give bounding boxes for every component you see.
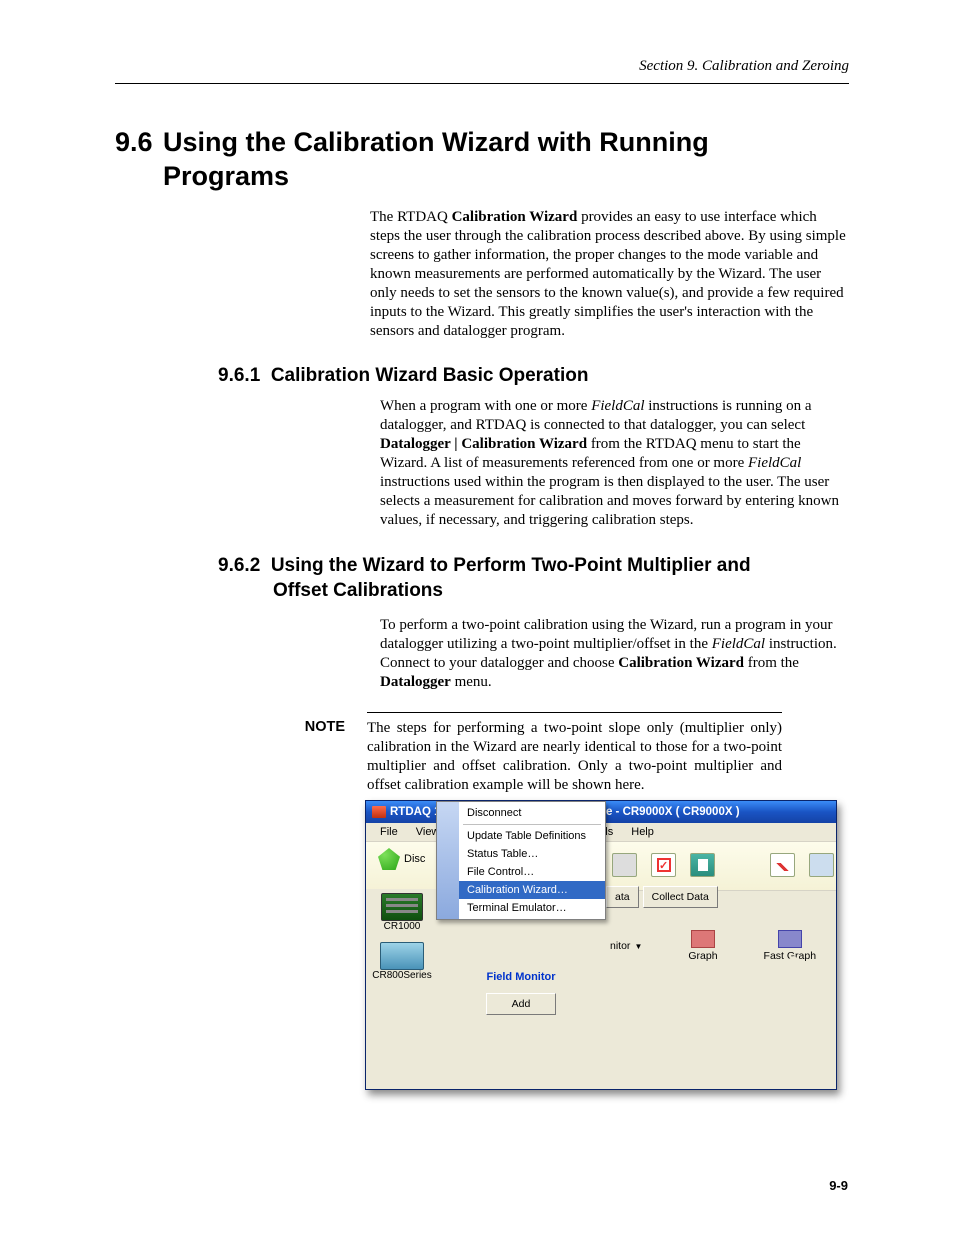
header-rule: [115, 83, 849, 84]
bold-menu-path: Datalogger | Calibration Wizard: [380, 436, 587, 452]
heading-line2: Programs: [115, 160, 849, 194]
toolbar-copy-icon[interactable]: [690, 853, 715, 877]
toolbar-plot-icon[interactable]: [770, 853, 795, 877]
heading-number: 9.6: [115, 126, 163, 160]
fast-graph-icon: [778, 930, 802, 948]
menu-item-disconnect[interactable]: Disconnect: [459, 804, 605, 822]
device-cr1000[interactable]: CR1000: [366, 889, 438, 938]
menu-item-terminal-emulator[interactable]: Terminal Emulator…: [459, 899, 605, 917]
plug-icon: [378, 848, 400, 870]
text: from the: [744, 655, 799, 671]
heading-number: 9.6.1: [218, 365, 260, 386]
note-label: NOTE: [262, 719, 367, 795]
disconnect-button[interactable]: Disc: [378, 848, 425, 870]
disconnect-label: Disc: [404, 853, 425, 865]
toolbar-check-icon[interactable]: [651, 853, 676, 877]
text: When a program with one or more: [380, 398, 591, 414]
menu-item-status-table[interactable]: Status Table…: [459, 845, 605, 863]
fast-graph-label: Fast Graph: [764, 950, 817, 962]
note-block: NOTE The steps for performing a two-poin…: [262, 712, 782, 802]
fast-graph-button[interactable]: Fast Graph: [764, 930, 817, 962]
toolbar-icon[interactable]: [809, 853, 834, 877]
collect-data-button[interactable]: Collect Data: [643, 886, 718, 908]
heading-title: Calibration Wizard Basic Operation: [271, 365, 589, 386]
device-label: CR1000: [384, 921, 421, 932]
toolbar-icon[interactable]: [612, 853, 637, 877]
field-monitor-panel: Field Monitor Add: [466, 971, 576, 1015]
bold-datalogger: Datalogger: [380, 674, 451, 690]
heading-line2: Offset Calibrations: [218, 579, 849, 604]
graph-button[interactable]: Graph: [688, 930, 717, 962]
menu-item-file-control[interactable]: File Control…: [459, 863, 605, 881]
device-cr800[interactable]: CR800Series: [366, 938, 438, 987]
bold-cal-wizard: Calibration Wizard: [618, 655, 744, 671]
datalogger-menu-dropdown: Disconnect Update Table Definitions Stat…: [436, 801, 606, 920]
text: menu.: [451, 674, 492, 690]
chevron-down-icon[interactable]: ▼: [634, 942, 642, 951]
heading-line1: Using the Wizard to Perform Two-Point Mu…: [271, 555, 751, 576]
monitor-label-fragment: nitor: [610, 940, 630, 952]
bold-cal-wizard: Calibration Wizard: [452, 209, 578, 225]
section-header: Section 9. Calibration and Zeroing: [115, 58, 849, 75]
paragraph-9_6-intro: The RTDAQ Calibration Wizard provides an…: [370, 208, 849, 341]
text: The RTDAQ: [370, 209, 452, 225]
heading-9_6_2: 9.6.2 Using the Wizard to Perform Two-Po…: [218, 554, 849, 603]
heading-9_6_1: 9.6.1 Calibration Wizard Basic Operation: [218, 365, 849, 387]
heading-9_6: 9.6Using the Calibration Wizard with Run…: [115, 126, 849, 194]
field-monitor-title: Field Monitor: [466, 971, 576, 983]
text: instructions used within the program is …: [380, 474, 839, 528]
paragraph-9_6_1: When a program with one or more FieldCal…: [380, 397, 849, 530]
app-icon: [372, 806, 386, 818]
text: provides an easy to use interface which …: [370, 209, 846, 339]
heading-number: 9.6.2: [218, 555, 260, 576]
screenshot-rtdaq: RTDAQ 1.0 Datalogger Support Software - …: [365, 800, 845, 1100]
note-text: The steps for performing a two-point slo…: [367, 719, 782, 795]
heading-line1: Using the Calibration Wizard with Runnin…: [163, 127, 709, 157]
board-icon: [381, 893, 423, 921]
device-label: CR800Series: [372, 970, 431, 981]
menu-item-calibration-wizard[interactable]: Calibration Wizard…: [459, 881, 605, 899]
italic-fieldcal: FieldCal: [748, 455, 801, 471]
italic-fieldcal: FieldCal: [712, 636, 765, 652]
italic-fieldcal: FieldCal: [591, 398, 644, 414]
add-button[interactable]: Add: [486, 993, 556, 1015]
menu-file[interactable]: File: [372, 825, 406, 840]
menu-help[interactable]: Help: [623, 825, 662, 840]
graph-label: Graph: [688, 950, 717, 962]
paragraph-9_6_2: To perform a two-point calibration using…: [380, 616, 849, 692]
tab-ata[interactable]: ata: [606, 886, 639, 908]
device-sidebar: CR1000 CR800Series: [366, 889, 438, 987]
note-rule-top: [367, 712, 782, 713]
graph-icon: [691, 930, 715, 948]
board-icon: [380, 942, 424, 970]
menu-item-update-tables[interactable]: Update Table Definitions: [459, 827, 605, 845]
page-number: 9-9: [829, 1178, 848, 1193]
